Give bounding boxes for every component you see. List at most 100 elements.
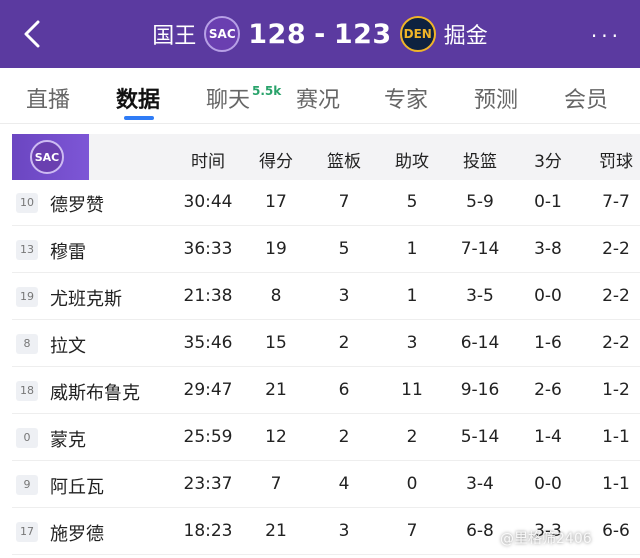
cell-points: 21	[265, 521, 287, 541]
cell-field-goals: 3-5	[466, 286, 494, 306]
cell-free-throws: 2-2	[602, 286, 630, 306]
col-rebounds: 篮板	[327, 152, 361, 172]
cell-time: 30:44	[183, 192, 233, 212]
col-three-pointers: 3分	[534, 152, 562, 172]
cell-points: 19	[265, 239, 287, 259]
cell-rebounds: 3	[338, 521, 350, 541]
table-row[interactable]: 13 穆雷 36:33 19 5 1 7-14 3-8 2-2	[12, 227, 640, 273]
cell-three-pointers: 1-6	[534, 333, 562, 353]
cell-field-goals: 9-16	[460, 380, 500, 400]
cell-time: 36:33	[183, 239, 233, 259]
cell-three-pointers: 1-4	[534, 427, 562, 447]
cell-time: 21:38	[183, 286, 233, 306]
table-row[interactable]: 0 蒙克 25:59 12 2 2 5-14 1-4 1-1	[12, 415, 640, 461]
tab-membership[interactable]: 会员	[564, 82, 608, 114]
chat-count-badge: 5.5k	[252, 84, 282, 98]
cell-rebounds: 5	[338, 239, 350, 259]
tab-live[interactable]: 直播	[26, 82, 70, 114]
scoreboard: 国王 SAC 128 - 123 DEN 掘金	[0, 14, 640, 54]
cell-time: 25:59	[183, 427, 233, 447]
home-team-name: 国王	[152, 24, 197, 49]
more-options-button[interactable]: ···	[591, 24, 622, 48]
player-name[interactable]: 蒙克	[50, 426, 86, 452]
player-name[interactable]: 拉文	[50, 332, 86, 358]
cell-assists: 1	[406, 239, 418, 259]
tab-experts[interactable]: 专家	[384, 82, 428, 114]
player-name[interactable]: 威斯布鲁克	[50, 379, 140, 405]
cell-rebounds: 6	[338, 380, 350, 400]
col-time: 时间	[191, 152, 225, 172]
player-name[interactable]: 穆雷	[50, 238, 86, 264]
team-badge: SAC	[12, 134, 108, 180]
team-logo: SAC	[30, 140, 64, 174]
col-assists: 助攻	[395, 152, 429, 172]
cell-points: 12	[265, 427, 287, 447]
cell-free-throws: 6-6	[602, 521, 630, 541]
home-score: 128	[248, 18, 307, 50]
table-row[interactable]: 9 阿丘瓦 23:37 7 4 0 3-4 0-0 1-1	[12, 462, 640, 508]
table-row[interactable]: 18 威斯布鲁克 29:47 21 6 11 9-16 2-6 1-2	[12, 368, 640, 414]
table-row[interactable]: 19 尤班克斯 21:38 8 3 1 3-5 0-0 2-2	[12, 274, 640, 320]
away-team-name: 掘金	[443, 24, 488, 49]
col-points: 得分	[259, 152, 293, 172]
col-free-throws: 罚球	[599, 152, 633, 172]
cell-free-throws: 2-2	[602, 333, 630, 353]
jersey-number: 18	[16, 381, 38, 401]
score-separator: -	[314, 18, 326, 50]
cell-assists: 0	[406, 474, 418, 494]
game-header: 国王 SAC 128 - 123 DEN 掘金 ···	[0, 0, 640, 68]
cell-assists: 7	[406, 521, 418, 541]
jersey-number: 0	[16, 428, 38, 448]
cell-three-pointers: 0-0	[534, 286, 562, 306]
cell-field-goals: 3-4	[466, 474, 494, 494]
jersey-number: 10	[16, 193, 38, 213]
cell-assists: 3	[406, 333, 418, 353]
table-header: SAC 时间 得分 篮板 助攻 投篮 3分 罚球	[12, 134, 640, 180]
cell-points: 15	[265, 333, 287, 353]
tab-bar: 直播 数据 聊天 赛况 专家 预测 会员	[0, 68, 640, 124]
player-name[interactable]: 德罗赞	[50, 191, 104, 217]
cell-field-goals: 7-14	[460, 239, 500, 259]
cell-free-throws: 7-7	[602, 192, 630, 212]
cell-free-throws: 1-1	[602, 474, 630, 494]
cell-three-pointers: 2-6	[534, 380, 562, 400]
cell-three-pointers: 0-0	[534, 474, 562, 494]
jersey-number: 8	[16, 334, 38, 354]
player-name[interactable]: 尤班克斯	[50, 285, 122, 311]
cell-free-throws: 2-2	[602, 239, 630, 259]
active-tab-indicator	[124, 116, 154, 120]
cell-three-pointers: 0-1	[534, 192, 562, 212]
cell-assists: 2	[406, 427, 418, 447]
away-score: 123	[333, 18, 392, 50]
cell-assists: 5	[406, 192, 418, 212]
jersey-number: 17	[16, 522, 38, 542]
tab-stats[interactable]: 数据	[116, 82, 160, 114]
table-row[interactable]: 8 拉文 35:46 15 2 3 6-14 1-6 2-2	[12, 321, 640, 367]
col-field-goals: 投篮	[463, 152, 497, 172]
cell-time: 35:46	[183, 333, 233, 353]
cell-free-throws: 1-2	[602, 380, 630, 400]
cell-points: 7	[270, 474, 282, 494]
home-team-logo: SAC	[204, 16, 241, 52]
cell-rebounds: 2	[338, 333, 350, 353]
player-stats-table: SAC 时间 得分 篮板 助攻 投篮 3分 罚球 10 德罗赞 30:44 17 7 5 5…	[12, 134, 640, 558]
cell-assists: 11	[401, 380, 423, 400]
cell-time: 29:47	[183, 380, 233, 400]
cell-rebounds: 4	[338, 474, 350, 494]
jersey-number: 19	[16, 287, 38, 307]
cell-field-goals: 5-9	[466, 192, 494, 212]
cell-rebounds: 7	[338, 192, 350, 212]
table-row[interactable]: 10 德罗赞 30:44 17 7 5 5-9 0-1 7-7	[12, 180, 640, 226]
away-team-logo: DEN	[399, 16, 436, 52]
cell-time: 18:23	[183, 521, 233, 541]
tab-game-status[interactable]: 赛况	[296, 82, 340, 114]
tab-chat[interactable]: 聊天	[206, 82, 250, 114]
watermark: @里格筛2406	[500, 531, 592, 547]
cell-points: 17	[265, 192, 287, 212]
cell-assists: 1	[406, 286, 418, 306]
tab-predictions[interactable]: 预测	[474, 82, 518, 114]
jersey-number: 13	[16, 240, 38, 260]
player-name[interactable]: 阿丘瓦	[50, 473, 104, 499]
cell-points: 8	[270, 286, 282, 306]
player-name[interactable]: 施罗德	[50, 520, 104, 546]
